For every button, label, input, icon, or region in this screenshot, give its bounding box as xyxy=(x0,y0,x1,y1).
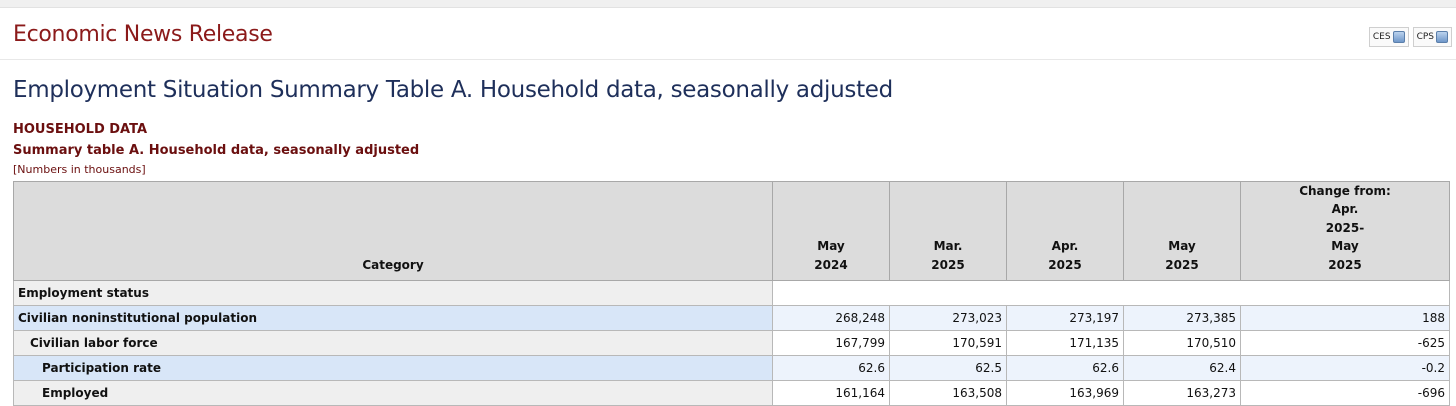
cell-change: -696 xyxy=(1240,380,1450,406)
table-row: Civilian labor force 167,799 170,591 171… xyxy=(13,330,1450,357)
cell-value: 268,248 xyxy=(772,305,890,332)
cell-change: -0.2 xyxy=(1240,355,1450,382)
header-change: Change from: Apr. 2025- May 2025 xyxy=(1240,180,1450,282)
cps-label: CPS xyxy=(1416,32,1434,42)
header-apr-2025: Apr. 2025 xyxy=(1006,180,1124,282)
cell-value: 163,508 xyxy=(889,380,1007,406)
household-data-table: Category May 2024 Mar. 2025 Apr. 2025 May 20… xyxy=(13,180,1450,406)
database-links: CES CPS xyxy=(1368,27,1452,47)
cell-value: 62.6 xyxy=(1006,355,1124,382)
cell-value: 161,164 xyxy=(772,380,890,406)
cell-value: 163,969 xyxy=(1006,380,1124,406)
cell-value: 273,385 xyxy=(1123,305,1241,332)
table-header-row: Category May 2024 Mar. 2025 Apr. 2025 May 20… xyxy=(13,180,1450,282)
release-header: Economic News Release CES CPS xyxy=(0,8,1456,60)
table-row: Employed 161,164 163,508 163,969 163,273… xyxy=(13,380,1450,406)
release-title: Economic News Release xyxy=(13,22,273,47)
caption-household-data: HOUSEHOLD DATA xyxy=(13,122,148,137)
cell-value: 62.5 xyxy=(889,355,1007,382)
cell-value: 170,591 xyxy=(889,330,1007,357)
section-label: Employment status xyxy=(13,280,773,307)
section-blank xyxy=(772,280,1450,307)
browser-top-strip xyxy=(0,0,1456,8)
cell-value: 163,273 xyxy=(1123,380,1241,406)
table-row: Civilian noninstitutional population 268… xyxy=(13,305,1450,332)
ces-label: CES xyxy=(1372,32,1391,42)
section-row-employment-status: Employment status xyxy=(13,280,1450,307)
cell-value: 167,799 xyxy=(772,330,890,357)
cps-database-button[interactable]: CPS xyxy=(1412,27,1452,47)
header-may-2024: May 2024 xyxy=(772,180,890,282)
cell-value: 171,135 xyxy=(1006,330,1124,357)
cell-change: 188 xyxy=(1240,305,1450,332)
cell-value: 273,023 xyxy=(889,305,1007,332)
cell-change: -625 xyxy=(1240,330,1450,357)
header-category: Category xyxy=(13,180,773,282)
page-title: Employment Situation Summary Table A. Ho… xyxy=(13,77,893,103)
row-label: Civilian labor force xyxy=(13,330,773,357)
cell-value: 62.6 xyxy=(772,355,890,382)
header-may-2025: May 2025 xyxy=(1123,180,1241,282)
caption-units: [Numbers in thousands] xyxy=(13,163,146,176)
row-label: Civilian noninstitutional population xyxy=(13,305,773,332)
cell-value: 273,197 xyxy=(1006,305,1124,332)
database-icon xyxy=(1436,31,1448,43)
table-row: Participation rate 62.6 62.5 62.6 62.4 -… xyxy=(13,355,1450,382)
row-label: Employed xyxy=(13,380,773,406)
database-icon xyxy=(1392,31,1405,43)
row-label: Participation rate xyxy=(13,355,773,382)
caption-summary-table: Summary table A. Household data, seasona… xyxy=(13,143,420,158)
ces-database-button[interactable]: CES xyxy=(1368,27,1409,47)
cell-value: 170,510 xyxy=(1123,330,1241,357)
header-mar-2025: Mar. 2025 xyxy=(889,180,1007,282)
cell-value: 62.4 xyxy=(1123,355,1241,382)
